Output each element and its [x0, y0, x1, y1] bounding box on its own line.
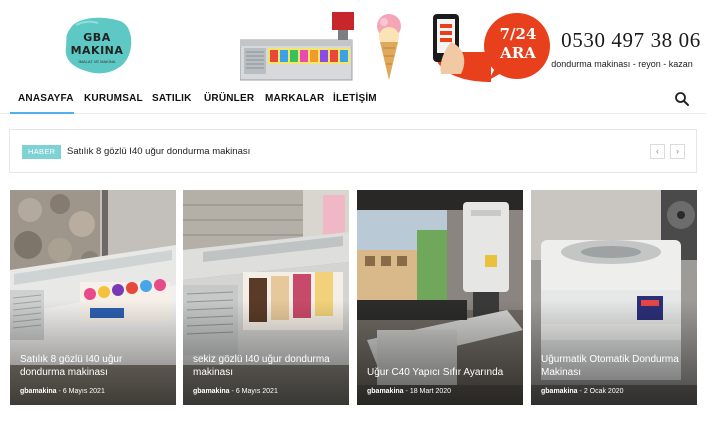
- site-header: GBA MAKINA İMALAT VE MAKİNA 7/24 ARA 053…: [0, 0, 706, 86]
- header-banner-ad[interactable]: 7/24 ARA 0530 497 38 06 dondurma makinas…: [238, 8, 703, 82]
- meta-separator: -: [58, 388, 63, 395]
- card-date: 6 Mayıs 2021: [235, 388, 278, 395]
- logo-tagline: İMALAT VE MAKİNA: [78, 59, 116, 64]
- logo-text-gba: GBA: [83, 31, 111, 44]
- card-author[interactable]: gbamakina: [193, 388, 230, 395]
- phone-number[interactable]: 0530 497 38 06: [561, 28, 701, 53]
- post-card[interactable]: sekiz gözlü I40 uğur dondurma makinası g…: [183, 190, 349, 405]
- nav-item-anasayfa[interactable]: ANASAYFA: [18, 93, 74, 104]
- chevron-left-icon[interactable]: ‹: [650, 144, 665, 159]
- logo-text-makina: MAKINA: [70, 44, 124, 57]
- card-meta: gbamakina - 2 Ocak 2020: [541, 388, 624, 395]
- card-title[interactable]: sekiz gözlü I40 uğur dondurma makinası: [193, 353, 343, 379]
- post-card[interactable]: Uğur C40 Yapıcı Sıfır Ayarında gbamakina…: [357, 190, 523, 405]
- call-badge-hours: 7/24: [499, 25, 537, 43]
- news-ticker: HABER Satılık 8 gözlü I40 uğur dondurma …: [9, 129, 697, 173]
- ticker-badge: HABER: [22, 145, 62, 159]
- call-badge-label: ARA: [500, 44, 536, 62]
- card-title[interactable]: Uğur C40 Yapıcı Sıfır Ayarında: [367, 366, 517, 379]
- services-subtitle: dondurma makinası - reyon - kazan: [551, 59, 693, 69]
- nav-item-iletisim[interactable]: İLETİŞİM: [333, 93, 377, 104]
- chevron-right-icon[interactable]: ›: [670, 144, 685, 159]
- card-author[interactable]: gbamakina: [541, 388, 578, 395]
- nav-item-markalar[interactable]: MARKALAR: [265, 93, 324, 104]
- meta-separator: -: [405, 388, 410, 395]
- main-nav: ANASAYFA KURUMSAL SATILIK ÜRÜNLER MARKAL…: [0, 86, 706, 114]
- post-card[interactable]: Uğurmatik Otomatik Dondurma Makinası gba…: [531, 190, 697, 405]
- ice-cream-cone-icon: [377, 14, 401, 80]
- post-card[interactable]: Satılık 8 gözlü I40 uğur dondurma makina…: [10, 190, 176, 405]
- search-icon[interactable]: [674, 91, 690, 107]
- card-date: 18 Mart 2020: [409, 388, 452, 395]
- nav-active-indicator: [10, 112, 74, 114]
- meta-separator: -: [231, 388, 236, 395]
- ice-cream-machine-image: [240, 12, 354, 81]
- card-date: 2 Ocak 2020: [583, 388, 624, 395]
- card-date: 6 Mayıs 2021: [62, 388, 105, 395]
- site-logo[interactable]: GBA MAKINA İMALAT VE MAKİNA: [62, 15, 132, 75]
- card-title[interactable]: Uğurmatik Otomatik Dondurma Makinası: [541, 353, 691, 379]
- nav-item-urunler[interactable]: ÜRÜNLER: [204, 93, 254, 104]
- card-title[interactable]: Satılık 8 gözlü I40 uğur dondurma makina…: [20, 353, 170, 379]
- card-meta: gbamakina - 18 Mart 2020: [367, 388, 451, 395]
- card-meta: gbamakina - 6 Mayıs 2021: [193, 388, 278, 395]
- card-author[interactable]: gbamakina: [367, 388, 404, 395]
- nav-item-kurumsal[interactable]: KURUMSAL: [84, 93, 143, 104]
- meta-separator: -: [579, 388, 584, 395]
- card-meta: gbamakina - 6 Mayıs 2021: [20, 388, 105, 395]
- ticker-headline-link[interactable]: Satılık 8 gözlü I40 uğur dondurma makina…: [67, 146, 250, 157]
- card-author[interactable]: gbamakina: [20, 388, 57, 395]
- nav-item-satilik[interactable]: SATILIK: [152, 93, 192, 104]
